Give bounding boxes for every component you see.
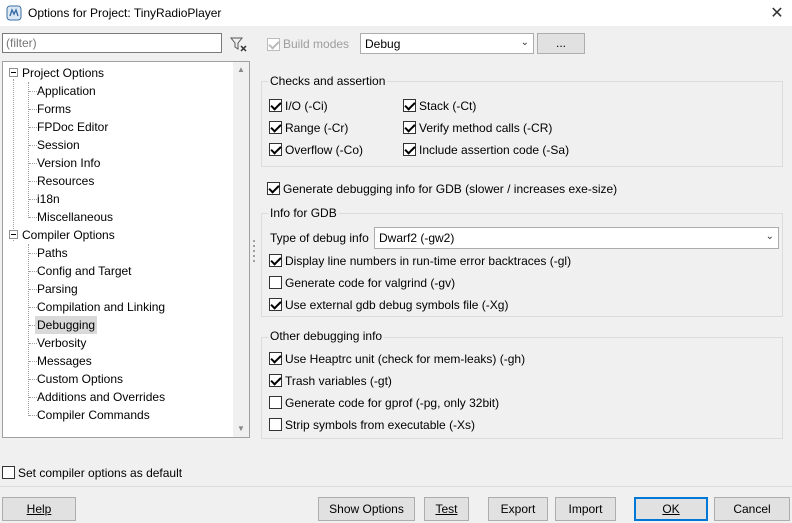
overflow-label: Overflow (-Co)	[285, 143, 364, 157]
tree-item-fpdoc-editor[interactable]: FPDoc Editor	[37, 118, 108, 136]
build-modes-checkbox[interactable]	[267, 38, 280, 51]
filter-input[interactable]	[2, 33, 222, 53]
heaptrc-checkbox[interactable]	[269, 352, 282, 365]
generate-gdb-info-checkbox[interactable]	[267, 182, 280, 195]
info-for-gdb-title: Info for GDB	[268, 206, 339, 220]
valgrind-checkbox[interactable]	[269, 276, 282, 289]
tree-item-compilation-and-linking[interactable]: Compilation and Linking	[37, 298, 165, 316]
ok-button-label: OK	[662, 502, 680, 516]
build-mode-select[interactable]: Debug ⌄	[360, 33, 534, 54]
import-button[interactable]: Import	[555, 497, 616, 521]
help-button[interactable]: Help	[2, 497, 76, 521]
tree-item-session[interactable]: Session	[37, 136, 80, 154]
scroll-down-icon[interactable]: ▼	[237, 424, 245, 433]
verify-method-calls-checkbox[interactable]	[403, 121, 416, 134]
tree-item-version-info[interactable]: Version Info	[37, 154, 100, 172]
tree-item-messages[interactable]: Messages	[37, 352, 92, 370]
export-button[interactable]: Export	[488, 497, 548, 521]
debug-info-type-label: Type of debug info	[270, 231, 369, 245]
tree-item-custom-options[interactable]: Custom Options	[37, 370, 123, 388]
debug-info-type-select[interactable]: Dwarf2 (-gw2) ⌄	[374, 227, 779, 249]
tree-item-compiler-options[interactable]: Compiler Options	[22, 226, 115, 244]
heaptrc-label: Use Heaptrc unit (check for mem-leaks) (…	[285, 352, 526, 366]
splitter-grip[interactable]	[252, 240, 256, 266]
overflow-checkbox[interactable]	[269, 143, 282, 156]
range-label: Range (-Cr)	[285, 121, 349, 135]
set-default-label: Set compiler options as default	[18, 466, 183, 480]
show-options-button[interactable]: Show Options	[318, 497, 415, 521]
tree-item-i18n[interactable]: i18n	[37, 190, 60, 208]
trash-variables-checkbox[interactable]	[269, 374, 282, 387]
strip-symbols-checkbox[interactable]	[269, 418, 282, 431]
gprof-label: Generate code for gprof (-pg, only 32bit…	[285, 396, 500, 410]
checks-group-title: Checks and assertion	[268, 74, 388, 88]
chevron-down-icon: ⌄	[765, 231, 774, 242]
tree-item-forms[interactable]: Forms	[37, 100, 71, 118]
chevron-down-icon: ⌄	[520, 37, 529, 48]
stack-checkbox[interactable]	[403, 99, 416, 112]
collapse-icon[interactable]	[9, 68, 18, 77]
close-icon[interactable]: ✕	[762, 0, 792, 26]
collapse-icon[interactable]	[9, 230, 18, 239]
line-numbers-label: Display line numbers in run-time error b…	[285, 254, 572, 268]
lazarus-icon	[6, 5, 22, 21]
tree-item-paths[interactable]: Paths	[37, 244, 68, 262]
import-button-label: Import	[568, 502, 603, 516]
line-numbers-checkbox[interactable]	[269, 254, 282, 267]
test-button-label: Test	[435, 502, 458, 516]
help-button-label: Help	[26, 502, 52, 516]
gprof-checkbox[interactable]	[269, 396, 282, 409]
tree-item-verbosity[interactable]: Verbosity	[37, 334, 86, 352]
tree-item-parsing[interactable]: Parsing	[37, 280, 78, 298]
other-debugging-title: Other debugging info	[268, 329, 385, 343]
scroll-up-icon[interactable]: ▲	[237, 65, 245, 74]
tree-item-config-and-target[interactable]: Config and Target	[37, 262, 132, 280]
ok-button[interactable]: OK	[634, 497, 708, 521]
strip-symbols-label: Strip symbols from executable (-Xs)	[285, 418, 476, 432]
build-mode-value: Debug	[365, 37, 401, 51]
clear-filter-icon[interactable]	[227, 33, 249, 55]
io-label: I/O (-Ci)	[285, 99, 328, 113]
generate-gdb-info-label: Generate debugging info for GDB (slower …	[283, 182, 618, 196]
window-title: Options for Project: TinyRadioPlayer	[28, 6, 222, 20]
set-default-checkbox[interactable]	[2, 466, 15, 479]
tree-item-miscellaneous[interactable]: Miscellaneous	[37, 208, 113, 226]
tree-scrollbar[interactable]: ▲ ▼	[233, 62, 249, 437]
debug-info-type-value: Dwarf2 (-gw2)	[379, 231, 455, 245]
divider	[0, 486, 792, 487]
show-options-button-label: Show Options	[329, 502, 404, 516]
cancel-button-label: Cancel	[733, 502, 771, 516]
external-symbols-checkbox[interactable]	[269, 298, 282, 311]
tree-item-project-options[interactable]: Project Options	[22, 64, 104, 82]
cancel-button[interactable]: Cancel	[714, 497, 790, 521]
assertion-code-label: Include assertion code (-Sa)	[419, 143, 570, 157]
tree-item-debugging[interactable]: Debugging	[35, 316, 98, 334]
tree-item-resources[interactable]: Resources	[37, 172, 94, 190]
range-checkbox[interactable]	[269, 121, 282, 134]
verify-method-calls-label: Verify method calls (-CR)	[419, 121, 553, 135]
tree-item-application[interactable]: Application	[37, 82, 96, 100]
stack-label: Stack (-Ct)	[419, 99, 477, 113]
export-button-label: Export	[500, 502, 536, 516]
test-button[interactable]: Test	[424, 497, 469, 521]
io-checkbox[interactable]	[269, 99, 282, 112]
assertion-code-checkbox[interactable]	[403, 143, 416, 156]
build-modes-label: Build modes	[283, 37, 350, 51]
tree-item-compiler-commands[interactable]: Compiler Commands	[37, 406, 150, 424]
external-symbols-label: Use external gdb debug symbols file (-Xg…	[285, 298, 509, 312]
trash-variables-label: Trash variables (-gt)	[285, 374, 392, 388]
options-tree[interactable]: Project Options Application Forms FPDoc …	[2, 61, 250, 438]
build-mode-edit-button[interactable]: ...	[537, 33, 585, 54]
valgrind-label: Generate code for valgrind (-gv)	[285, 276, 456, 290]
tree-item-additions-and-overrides[interactable]: Additions and Overrides	[37, 388, 165, 406]
